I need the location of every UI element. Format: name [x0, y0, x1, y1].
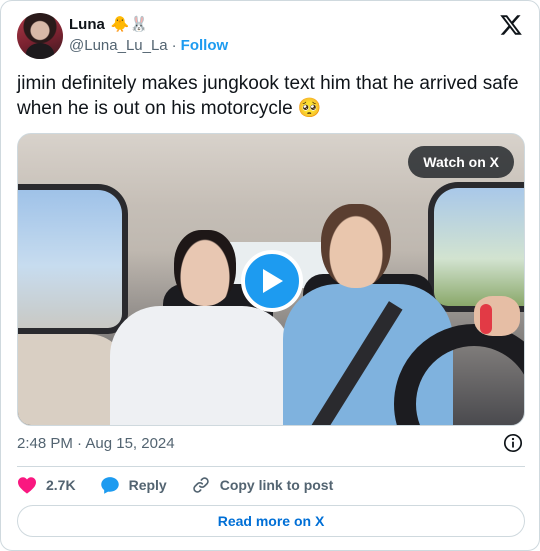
x-logo-icon[interactable] [499, 13, 523, 37]
video-frame-passenger-body [110, 306, 292, 425]
reply-label: Reply [128, 477, 167, 493]
like-button[interactable]: 2.7K [17, 476, 76, 494]
follow-button[interactable]: Follow [181, 37, 229, 54]
video-frame-wristband [480, 304, 492, 334]
post-actions: 2.7K Reply Copy link to post [17, 475, 357, 495]
info-icon[interactable] [503, 433, 523, 453]
copy-link-label: Copy link to post [219, 477, 334, 493]
author-handle[interactable]: @Luna_Lu_La [69, 37, 168, 54]
play-icon [263, 269, 283, 293]
reply-button[interactable]: Reply [100, 475, 167, 495]
footer-divider [17, 466, 525, 467]
handle-separator: · [171, 37, 177, 54]
play-button[interactable] [241, 250, 303, 312]
tweet-card: Luna 🐥🐰 @Luna_Lu_La · Follow jimin defin… [0, 0, 540, 551]
post-timestamp[interactable]: 2:48 PM · Aug 15, 2024 [17, 435, 175, 452]
video-frame-right-window [428, 182, 524, 312]
video-frame-driver-head [321, 204, 391, 288]
author-name-emojis: 🐥🐰 [110, 15, 149, 33]
author-display-name[interactable]: Luna [69, 16, 105, 33]
author-name-row: Luna 🐥🐰 [69, 15, 148, 33]
heart-icon [18, 477, 36, 494]
read-more-button[interactable]: Read more on X [17, 505, 525, 537]
author-handle-row: @Luna_Lu_La · Follow [69, 37, 228, 54]
video-frame-passenger-head [174, 230, 236, 306]
watch-on-x-button[interactable]: Watch on X [408, 146, 514, 178]
author-avatar[interactable] [17, 13, 63, 59]
video-frame-left-window [18, 184, 128, 334]
like-count: 2.7K [46, 477, 76, 493]
copy-link-button[interactable]: Copy link to post [191, 475, 334, 495]
tweet-text: jimin definitely makes jungkook text him… [17, 73, 519, 119]
reply-bubble-icon [100, 477, 119, 494]
video-player[interactable]: Watch on X [17, 133, 525, 426]
link-icon [193, 477, 209, 493]
